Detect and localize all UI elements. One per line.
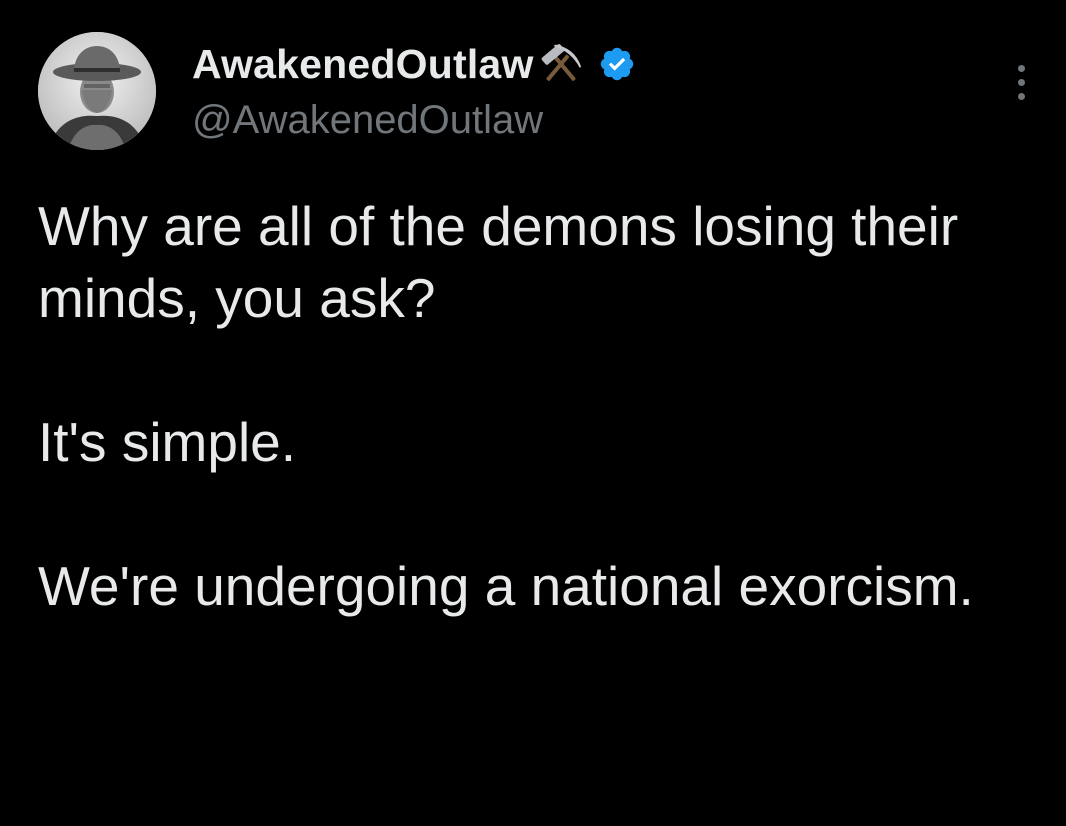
more-options-button[interactable] [1004, 60, 1038, 104]
name-row: AwakenedOutlaw [192, 36, 636, 92]
more-vertical-icon-dot [1017, 78, 1025, 86]
avatar-image [38, 32, 156, 150]
author-display-name[interactable]: AwakenedOutlaw [192, 41, 534, 88]
author-handle[interactable]: @AwakenedOutlaw [192, 98, 636, 143]
verified-badge-icon[interactable] [598, 45, 636, 83]
more-vertical-icon-dot [1017, 92, 1025, 100]
tweet-paragraph: It's simple. [38, 411, 297, 473]
hammer-and-pick-icon [536, 39, 586, 89]
more-vertical-icon [1017, 64, 1025, 72]
author-header: AwakenedOutlaw @AwakenedOutlaw [192, 36, 636, 143]
tweet-text: Why are all of the demons losing their m… [38, 190, 1028, 622]
avatar[interactable] [38, 32, 156, 150]
tweet-paragraph: Why are all of the demons losing their m… [38, 195, 959, 329]
tweet-card: AwakenedOutlaw @AwakenedOutlaw Why are a… [0, 0, 1066, 826]
tweet-paragraph: We're undergoing a national exorcism. [38, 555, 974, 617]
